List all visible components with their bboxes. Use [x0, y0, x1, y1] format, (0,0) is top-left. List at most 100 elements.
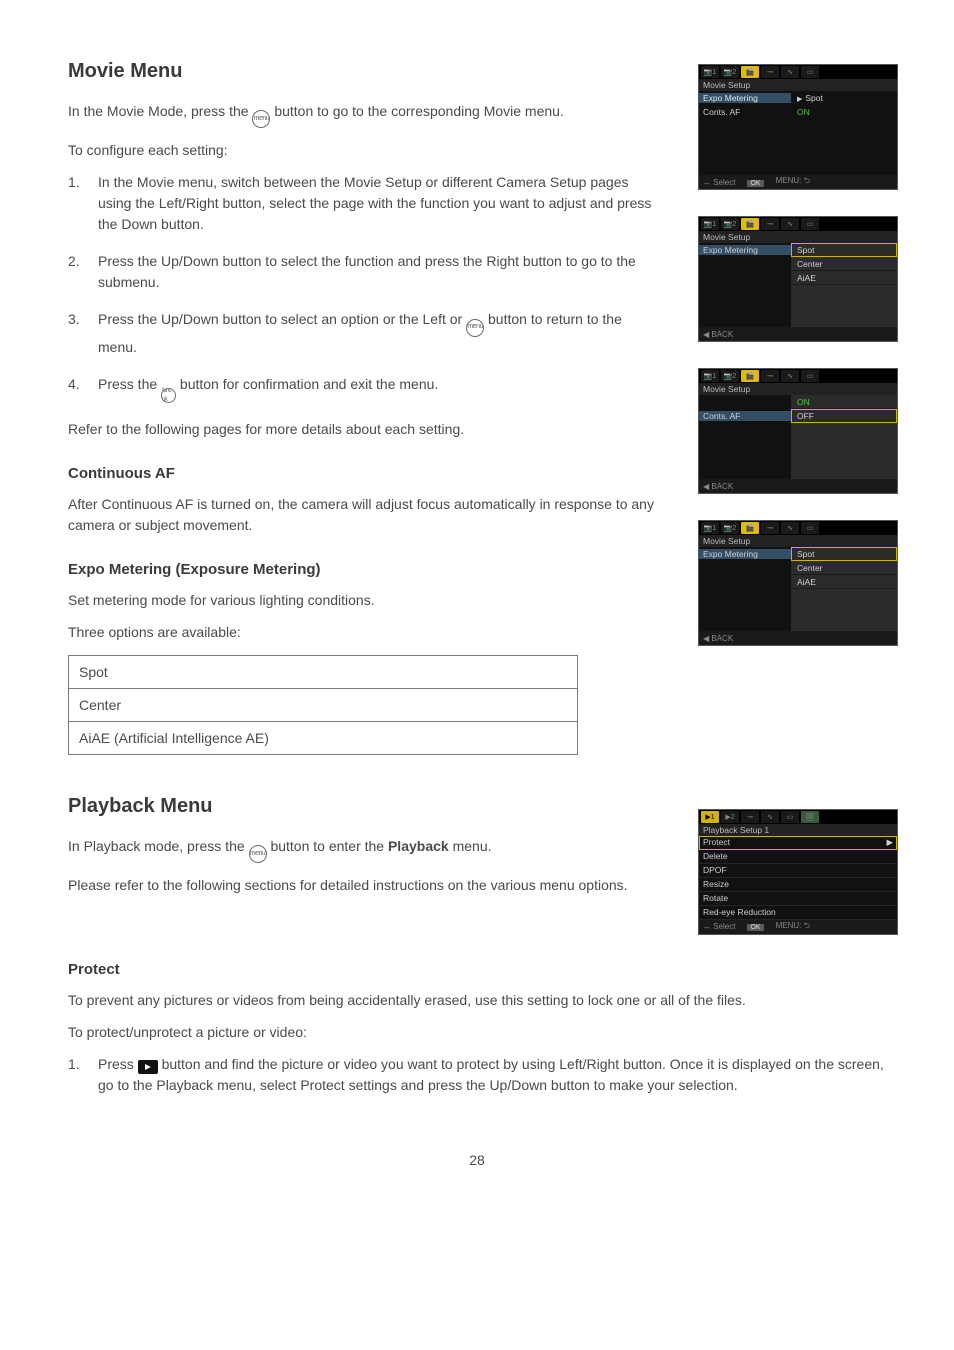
row-label: Conts. AF: [699, 107, 791, 117]
tab-icon: 🖼: [801, 811, 819, 823]
tab-icon: ▭: [801, 66, 819, 78]
submenu-option: Spot: [791, 243, 897, 257]
movie-config: To configure each setting:: [68, 140, 658, 160]
tab-icon: ∿: [781, 218, 799, 230]
expo-metering-heading: Expo Metering (Exposure Metering): [68, 561, 658, 578]
camera-screenshot-expo-submenu: 📷1 📷2 🎬 ⊸ ∿ ▭ Movie Setup Expo Metering …: [698, 216, 898, 342]
tab-icon: ▭: [781, 811, 799, 823]
tab-icon: ∿: [781, 522, 799, 534]
playback-refer: Please refer to the following sections f…: [68, 875, 658, 895]
submenu-option: AiAE: [791, 271, 897, 285]
tab-icon: 📷1: [701, 218, 719, 230]
submenu-option: OFF: [791, 409, 897, 423]
protect-do: To protect/unprotect a picture or video:: [68, 1022, 886, 1042]
step4-a: Press the: [98, 376, 161, 392]
playback-intro-b: button to enter the: [270, 838, 388, 854]
tab-play-icon: ▶1: [701, 811, 719, 823]
submenu-option: Center: [791, 561, 897, 575]
movie-intro-b: button to go to the corresponding Movie …: [274, 103, 564, 119]
footer-select: ↔ Select: [703, 178, 735, 187]
camera-screenshot-expo-submenu-2: 📷1 📷2 🎬 ⊸ ∿ ▭ Movie Setup Expo Metering …: [698, 520, 898, 646]
tab-icon: 📷2: [721, 522, 739, 534]
continuous-af-text: After Continuous AF is turned on, the ca…: [68, 494, 658, 535]
camera-screenshot-playback: ▶1 ▶2 ⊸ ∿ ▭ 🖼 Playback Setup 1 Protect▶ …: [698, 809, 898, 935]
submenu-option: AiAE: [791, 575, 897, 589]
screenshot-title: Movie Setup: [699, 79, 897, 91]
footer-menu: MENU: ⮌: [776, 175, 810, 189]
tab-icon: ∿: [781, 370, 799, 382]
step-body: Press the Up/Down button to select the f…: [98, 251, 658, 293]
screenshot-title: Movie Setup: [699, 535, 897, 547]
page-number: 28: [68, 1152, 886, 1168]
tab-icon: ▭: [801, 522, 819, 534]
tab-icon: ⊸: [741, 811, 759, 823]
footer-back: ◀ BACK: [703, 634, 733, 643]
footer-ok: OK: [747, 178, 763, 187]
tab-movie-icon: 🎬: [741, 218, 759, 230]
footer-back: ◀ BACK: [703, 330, 733, 339]
menu-icon: menu: [466, 319, 484, 337]
menu-icon: menu: [252, 110, 270, 128]
step-body: Press the func ok button for confirmatio…: [98, 374, 658, 404]
tab-icon: 📷2: [721, 370, 739, 382]
protect-heading: Protect: [68, 961, 886, 978]
camera-screenshot-movie-setup: 📷1 📷2 🎬 ⊸ ∿ ▭ Movie Setup Expo Metering …: [698, 64, 898, 190]
screenshot-title: Movie Setup: [699, 231, 897, 243]
playback-intro-c: menu.: [453, 838, 492, 854]
playback-bold: Playback: [388, 838, 449, 854]
protect-s1-a: Press: [98, 1056, 138, 1072]
footer-select: ↔ Select: [703, 922, 735, 931]
step4-b: button for confirmation and exit the men…: [180, 376, 438, 392]
playback-intro-a: In Playback mode, press the: [68, 838, 249, 854]
tab-icon: ▭: [801, 370, 819, 382]
movie-refer: Refer to the following pages for more de…: [68, 419, 658, 439]
tab-icon: ▭: [801, 218, 819, 230]
submenu-option: ON: [791, 395, 897, 409]
tab-icon: 📷1: [701, 370, 719, 382]
protect-s1-b: button and find the picture or video you…: [98, 1056, 884, 1093]
screenshot-title: Movie Setup: [699, 383, 897, 395]
screenshot-title: Playback Setup 1: [699, 824, 897, 836]
playback-row: DPOF: [699, 864, 897, 878]
row-label: Expo Metering: [699, 549, 791, 559]
protect-steps: 1. Press button and find the picture or …: [68, 1054, 886, 1096]
tab-icon: ∿: [761, 811, 779, 823]
playback-row: Protect▶: [699, 836, 897, 850]
playback-row: Red-eye Reduction: [699, 906, 897, 920]
tab-movie-icon: 🎬: [741, 522, 759, 534]
submenu-option: Center: [791, 257, 897, 271]
step3-a: Press the Up/Down button to select an op…: [98, 311, 466, 327]
tab-icon: 📷2: [721, 218, 739, 230]
row-label: Expo Metering: [699, 245, 791, 255]
submenu-option: Spot: [791, 547, 897, 561]
step-number: 2.: [68, 251, 98, 293]
tab-icon: 📷1: [701, 522, 719, 534]
movie-steps: 1. In the Movie menu, switch between the…: [68, 172, 658, 403]
movie-intro-a: In the Movie Mode, press the: [68, 103, 252, 119]
protect-text: To prevent any pictures or videos from b…: [68, 990, 886, 1010]
menu-icon: menu: [249, 845, 267, 863]
step-number: 1.: [68, 172, 98, 235]
footer-ok: OK: [747, 922, 763, 931]
opt-spot: Spot: [69, 655, 578, 688]
footer-back: ◀ BACK: [703, 482, 733, 491]
opt-aiae: AiAE (Artificial Intelligence AE): [69, 721, 578, 754]
tab-icon: ▶2: [721, 811, 739, 823]
playback-intro: In Playback mode, press the menu button …: [68, 836, 658, 863]
tab-icon: 📷1: [701, 66, 719, 78]
tab-movie-icon: 🎬: [741, 370, 759, 382]
tab-icon: ⊸: [761, 66, 779, 78]
tab-icon: ⊸: [761, 218, 779, 230]
step-number: 3.: [68, 309, 98, 357]
step-number: 4.: [68, 374, 98, 404]
camera-screenshot-caf-submenu: 📷1 📷2 🎬 ⊸ ∿ ▭ Movie Setup Conts. AF ON: [698, 368, 898, 494]
tab-icon: ⊸: [761, 370, 779, 382]
expo-metering-text: Set metering mode for various lighting c…: [68, 590, 658, 610]
playback-menu-heading: Playback Menu: [68, 795, 658, 818]
row-label: Conts. AF: [699, 411, 791, 421]
func-ok-icon: func ok: [161, 388, 176, 403]
tab-icon: ⊸: [761, 522, 779, 534]
playback-row: Delete: [699, 850, 897, 864]
row-value: Spot: [791, 93, 897, 103]
expo-options-table: Spot Center AiAE (Artificial Intelligenc…: [68, 655, 578, 755]
